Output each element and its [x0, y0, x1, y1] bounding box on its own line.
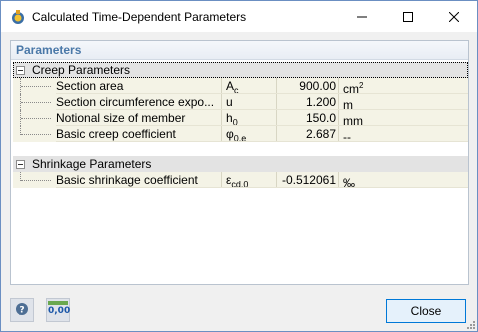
parameters-panel: Parameters Creep Parameters Section area… — [10, 40, 469, 285]
table-row[interactable]: Section circumference expo... u 1.200 m — [13, 94, 468, 110]
minimize-button[interactable] — [339, 1, 385, 32]
group-shrinkage-parameters[interactable]: Shrinkage Parameters — [13, 156, 468, 172]
param-unit: ‰ — [338, 172, 468, 188]
param-value: 1.200 — [276, 94, 338, 110]
param-description: Notional size of member — [56, 111, 186, 125]
minimize-icon — [357, 16, 367, 17]
param-unit: cm2 — [338, 78, 468, 94]
window-title: Calculated Time-Dependent Parameters — [32, 9, 247, 24]
param-unit: m — [338, 94, 468, 110]
maximize-icon — [403, 11, 413, 22]
group-creep-parameters[interactable]: Creep Parameters — [13, 62, 468, 78]
param-description: Basic shrinkage coefficient — [56, 173, 198, 187]
maximize-button[interactable] — [385, 1, 431, 32]
param-description: Section circumference expo... — [56, 95, 215, 109]
param-unit: -- — [338, 126, 468, 142]
param-value: 900.00 — [276, 78, 338, 94]
resize-grip-icon[interactable] — [465, 319, 475, 329]
group-label: Creep Parameters — [32, 63, 131, 77]
param-value: 2.687 — [276, 126, 338, 142]
param-value: -0.512061 — [276, 172, 338, 188]
table-row[interactable]: Section area Ac 900.00 cm2 — [13, 78, 468, 94]
table-row[interactable]: Basic creep coefficient φ0,e 2.687 -- — [13, 126, 468, 142]
param-symbol: h0 — [221, 110, 276, 126]
param-description: Section area — [56, 79, 124, 93]
number-format-icon: 0,00 — [48, 301, 70, 319]
group-label: Shrinkage Parameters — [32, 157, 152, 171]
close-button[interactable]: Close — [386, 299, 466, 323]
dialog-window: Calculated Time-Dependent Parameters Par… — [0, 0, 478, 332]
param-symbol: u — [221, 94, 276, 110]
param-symbol: Ac — [221, 78, 276, 94]
collapse-icon[interactable] — [16, 159, 25, 169]
param-symbol: εcd,0 — [221, 172, 276, 188]
close-icon — [449, 11, 459, 22]
param-symbol: φ0,e — [221, 126, 276, 142]
param-description: Basic creep coefficient — [56, 127, 176, 141]
svg-text:?: ? — [19, 306, 24, 316]
panel-header: Parameters — [11, 41, 468, 60]
number-format-button[interactable]: 0,00 — [46, 298, 70, 322]
help-button[interactable]: ? — [10, 298, 34, 322]
help-icon: ? — [16, 303, 28, 316]
table-row[interactable]: Basic shrinkage coefficient εcd,0 -0.512… — [13, 172, 468, 188]
table-row[interactable]: Notional size of member h0 150.0 mm — [13, 110, 468, 126]
title-bar: Calculated Time-Dependent Parameters — [1, 1, 477, 32]
param-unit: mm — [338, 110, 468, 126]
param-value: 150.0 — [276, 110, 338, 126]
close-window-button[interactable] — [431, 1, 477, 32]
app-icon — [10, 9, 26, 25]
collapse-icon[interactable] — [16, 65, 25, 75]
